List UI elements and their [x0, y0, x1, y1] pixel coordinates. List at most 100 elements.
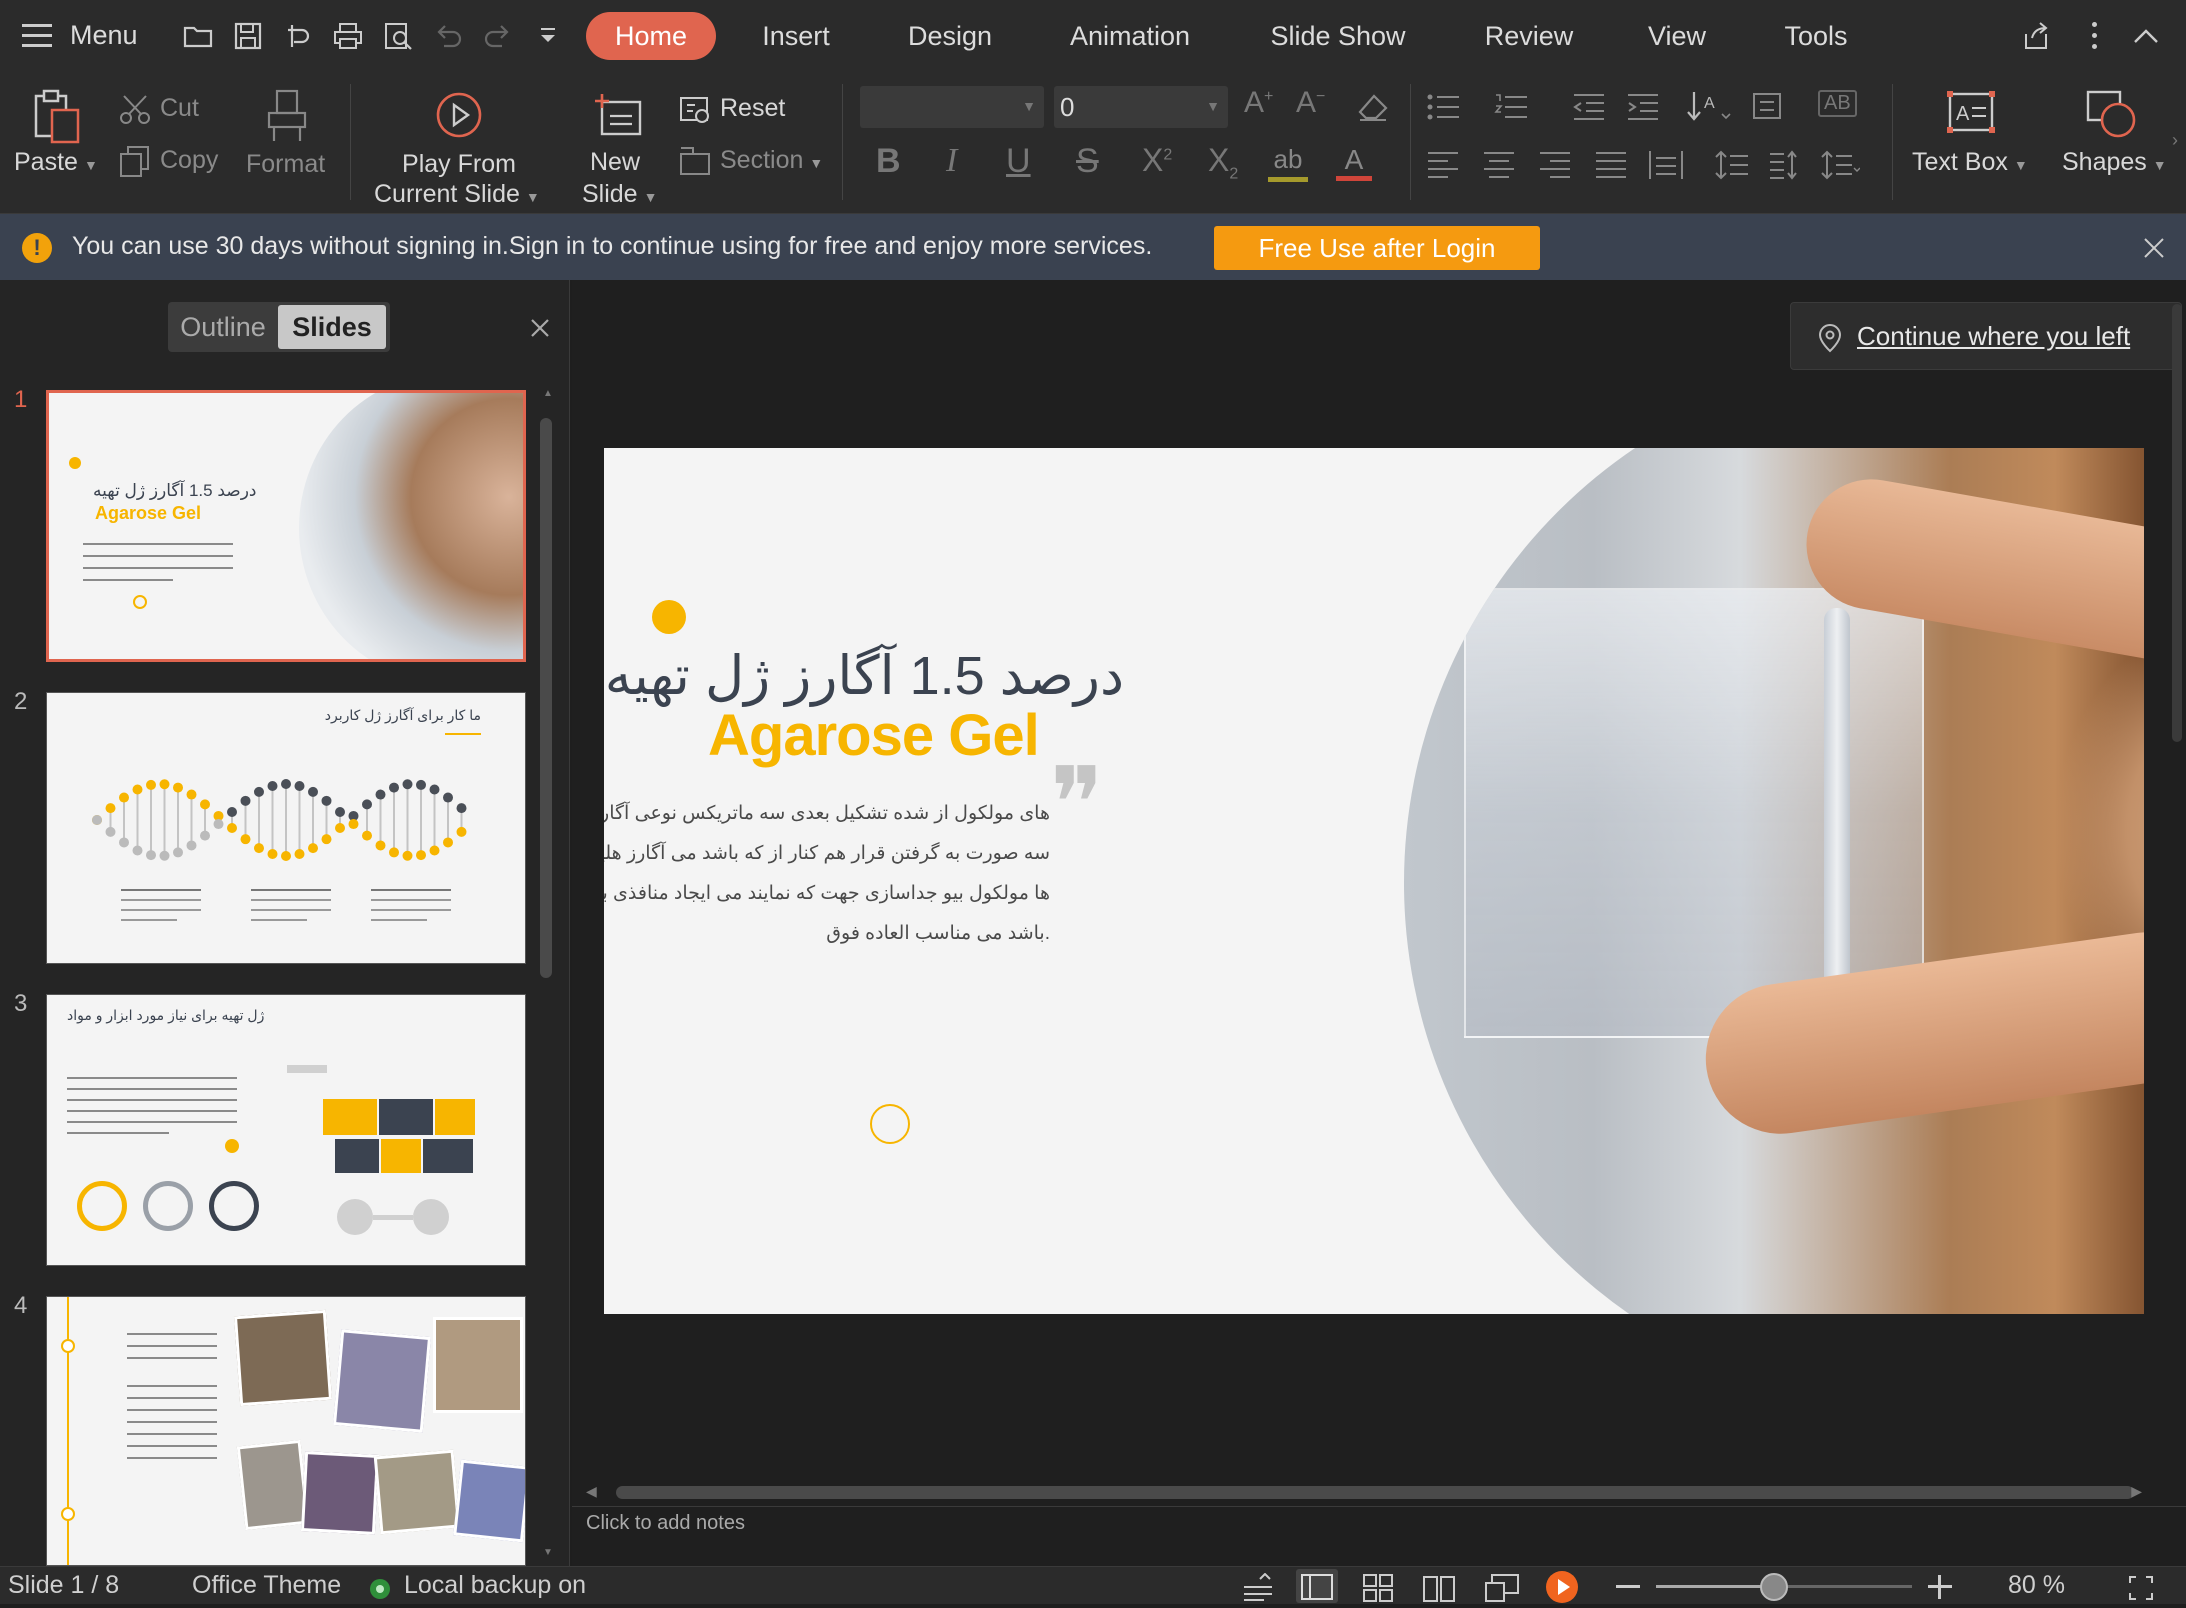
collapse-ribbon-icon[interactable]	[2130, 20, 2162, 52]
ribbon-scroll-right-icon[interactable]: ›	[2172, 130, 2178, 151]
text-direction-icon[interactable]: A	[1686, 88, 1732, 124]
backup-status[interactable]: Local backup on	[404, 1571, 586, 1600]
save-icon[interactable]	[232, 20, 264, 52]
distribute-icon[interactable]	[1648, 148, 1684, 182]
cut-button[interactable]: Cut	[160, 94, 199, 123]
highlight-icon[interactable]: ab	[1268, 144, 1308, 182]
text-fit-icon[interactable]: AB	[1818, 90, 1857, 117]
decrease-indent-icon[interactable]	[1572, 92, 1606, 122]
superscript-icon[interactable]: X2	[1142, 142, 1172, 179]
slide-thumbnail-1[interactable]: درصد 1.5 آگارز ژل تهیه Agarose Gel	[46, 390, 526, 662]
align-center-icon[interactable]	[1482, 150, 1516, 180]
format-painter-icon[interactable]	[264, 88, 310, 144]
clear-format-icon[interactable]	[1356, 90, 1390, 124]
tab-outline[interactable]: Outline	[168, 302, 278, 352]
slide-thumbnail-3[interactable]: ژل تهیه برای نیاز مورد ابزار و مواد	[46, 994, 526, 1266]
strikethrough-icon[interactable]: S	[1076, 142, 1099, 181]
font-color-icon[interactable]: A	[1336, 144, 1372, 181]
text-box-button[interactable]: Text Box ▼	[1912, 148, 2028, 177]
redo-icon[interactable]	[482, 20, 514, 52]
customize-dropdown-icon[interactable]	[532, 20, 564, 52]
tab-review[interactable]: Review	[1474, 12, 1584, 60]
reading-view-icon[interactable]	[1422, 1573, 1456, 1603]
more-options-icon[interactable]	[2092, 22, 2100, 50]
paste-label[interactable]: Paste ▼	[14, 148, 98, 177]
copy-icon[interactable]	[118, 144, 152, 178]
align-right-icon[interactable]	[1538, 150, 1572, 180]
bold-icon[interactable]: B	[876, 142, 901, 181]
hamburger-icon[interactable]	[22, 24, 52, 48]
slide-thumbnail-2[interactable]: ما کار برای آگارز ژل کاربرد	[46, 692, 526, 964]
justify-icon[interactable]	[1594, 150, 1628, 180]
reset-button[interactable]: Reset	[720, 94, 785, 123]
slide-canvas[interactable]: درصد 1.5 آگارز ژل تهیه Agarose Gel ❞ های…	[604, 448, 2144, 1314]
decrease-font-icon[interactable]: A−	[1296, 86, 1325, 120]
section-icon[interactable]	[678, 144, 712, 178]
zoom-out-icon[interactable]	[1616, 1585, 1640, 1588]
tab-design[interactable]: Design	[890, 12, 1010, 60]
tab-view[interactable]: View	[1640, 12, 1714, 60]
slideshow-play-icon[interactable]	[1546, 1571, 1578, 1603]
columns-icon[interactable]	[1820, 148, 1860, 182]
play-from-current-slide-label2[interactable]: Current Slide ▼	[374, 180, 540, 209]
italic-icon[interactable]: I	[946, 142, 957, 180]
theme-name[interactable]: Office Theme	[192, 1571, 341, 1600]
tab-tools[interactable]: Tools	[1776, 12, 1856, 60]
align-left-icon[interactable]	[1426, 150, 1460, 180]
notes-placeholder[interactable]: Click to add notes	[586, 1512, 745, 1535]
print-icon[interactable]	[332, 20, 364, 52]
zoom-level[interactable]: 80 %	[2008, 1571, 2065, 1600]
line-spacing-icon[interactable]	[1714, 148, 1750, 182]
copy-button[interactable]: Copy	[160, 146, 218, 175]
numbered-list-icon[interactable]	[1494, 92, 1528, 122]
play-from-current-slide-button[interactable]: Play From	[374, 148, 544, 180]
paragraph-spacing-icon[interactable]	[1768, 148, 1804, 182]
font-size-dropdown[interactable]: 0 ▼	[1054, 86, 1228, 128]
new-slide-icon[interactable]	[594, 90, 644, 140]
free-use-login-button[interactable]: Free Use after Login	[1214, 226, 1540, 270]
continue-where-you-left-button[interactable]: Continue where you left	[1790, 302, 2182, 370]
undo-icon[interactable]	[432, 20, 464, 52]
reset-icon[interactable]	[678, 92, 712, 126]
open-folder-icon[interactable]	[182, 20, 214, 52]
close-panel-icon[interactable]	[530, 318, 550, 338]
new-slide-label2[interactable]: Slide ▼	[582, 180, 657, 209]
share-icon[interactable]	[2020, 20, 2052, 52]
section-button[interactable]: Section ▼	[720, 146, 823, 175]
tab-animation[interactable]: Animation	[1060, 12, 1200, 60]
bullet-list-icon[interactable]	[1426, 92, 1460, 122]
shapes-button[interactable]: Shapes ▼	[2062, 148, 2167, 177]
export-icon[interactable]	[282, 20, 314, 52]
fit-to-window-icon[interactable]	[2128, 1575, 2154, 1601]
increase-indent-icon[interactable]	[1626, 92, 1660, 122]
align-text-icon[interactable]	[1750, 88, 1796, 124]
text-box-icon[interactable]: A	[1946, 90, 1996, 136]
shapes-icon[interactable]	[2084, 88, 2140, 140]
print-preview-icon[interactable]	[382, 20, 414, 52]
slide-thumbnail-4[interactable]	[46, 1296, 526, 1566]
tab-slides[interactable]: Slides	[278, 305, 386, 349]
vertical-scrollbar-thumb[interactable]	[2172, 304, 2182, 742]
format-painter-button[interactable]: Format	[246, 150, 325, 179]
menu-label[interactable]: Menu	[70, 20, 138, 51]
paste-icon[interactable]	[30, 88, 82, 146]
zoom-slider[interactable]	[1656, 1573, 1912, 1601]
font-name-dropdown[interactable]: ▼	[860, 86, 1044, 128]
zoom-in-icon[interactable]	[1928, 1575, 1952, 1599]
tab-slide-show[interactable]: Slide Show	[1262, 12, 1414, 60]
new-slide-button[interactable]: New	[590, 148, 640, 177]
underline-icon[interactable]: U	[1006, 142, 1031, 181]
tab-insert[interactable]: Insert	[740, 12, 852, 60]
horizontal-scrollbar-thumb[interactable]	[616, 1486, 2134, 1499]
tab-home[interactable]: Home	[586, 12, 716, 60]
zoom-slider-knob[interactable]	[1759, 1573, 1788, 1601]
presenter-view-icon[interactable]	[1484, 1571, 1520, 1603]
slide-sorter-icon[interactable]	[1362, 1573, 1394, 1603]
close-notice-icon[interactable]	[2142, 236, 2166, 260]
subscript-icon[interactable]: X2	[1208, 142, 1238, 183]
horizontal-scrollbar[interactable]: ◀ ▶	[582, 1482, 2172, 1502]
play-icon[interactable]	[434, 90, 484, 140]
panel-scrollbar-track[interactable]: ▲ ▼	[538, 388, 553, 1558]
normal-view-icon[interactable]	[1296, 1569, 1338, 1603]
cut-icon[interactable]	[118, 92, 152, 126]
